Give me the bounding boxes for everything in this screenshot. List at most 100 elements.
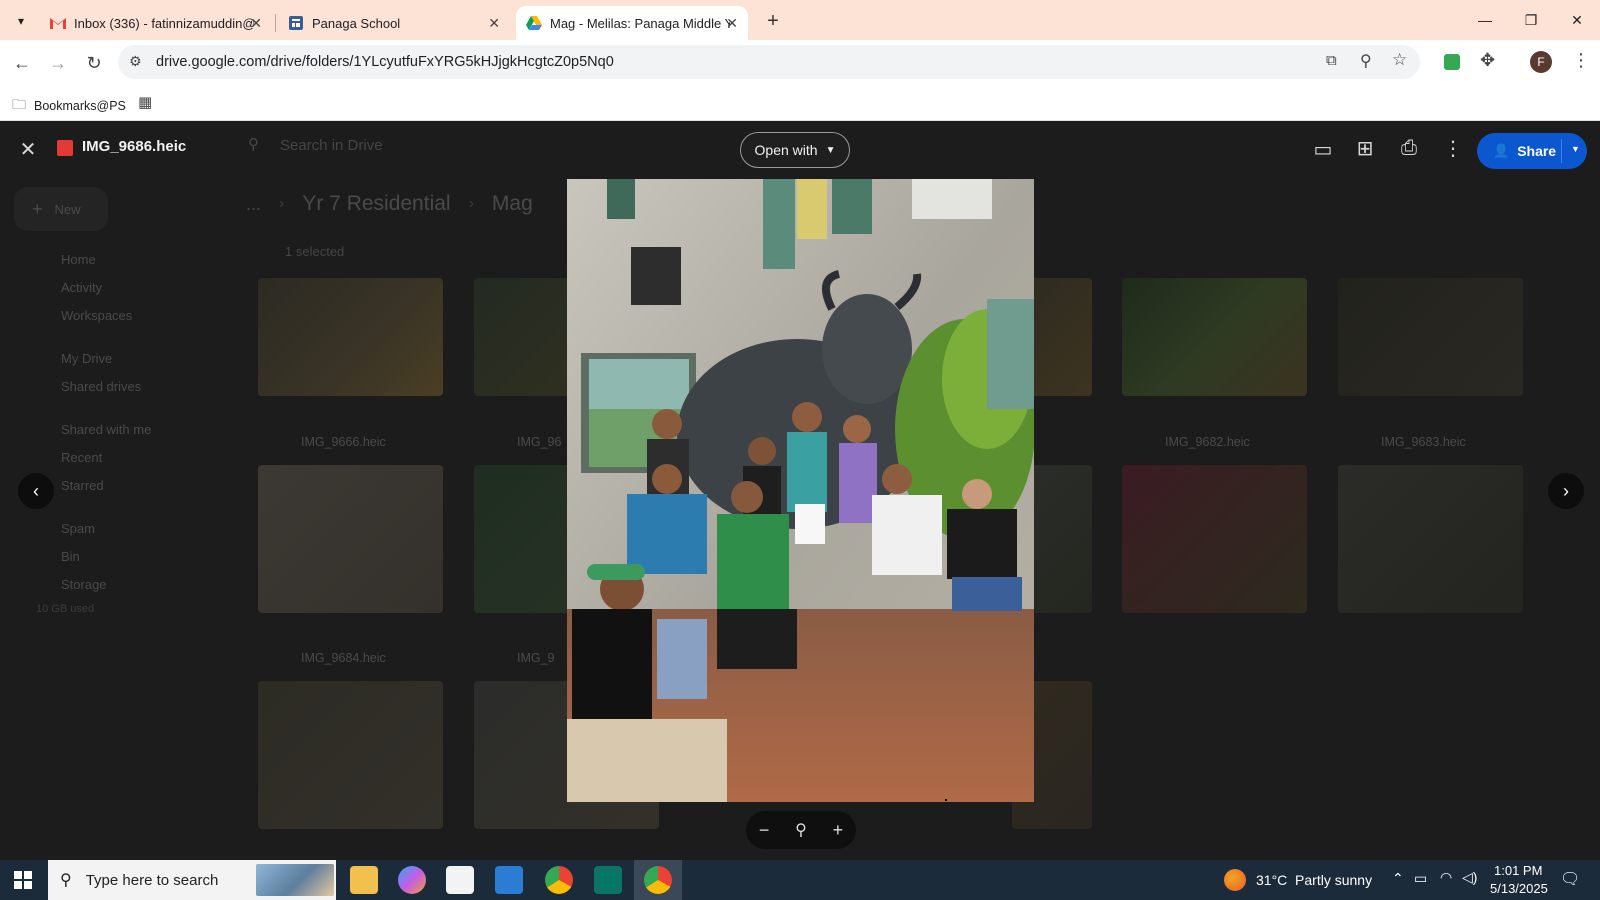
file-thumbnail[interactable] [1122, 465, 1307, 613]
url-text: drive.google.com/drive/folders/1YLcyutfu… [156, 54, 614, 70]
copilot-icon[interactable] [398, 866, 426, 894]
bookmark-folder-bookmarks-ps[interactable]: 🗀 Bookmarks@PS [12, 94, 126, 118]
wifi-icon[interactable]: ◠ [1440, 869, 1452, 886]
weather-text[interactable]: 31°C Partly sunny [1256, 872, 1372, 888]
tab-drive-mag[interactable]: Mag - Melilas: Panaga Middle Y ✕ [516, 6, 748, 40]
sidebar-item-home[interactable]: Home [61, 252, 96, 267]
forward-icon[interactable]: → [45, 50, 71, 76]
forms-icon [288, 15, 304, 31]
windows-taskbar: ⚲ Type here to search 31°C Partly sunny … [0, 860, 1600, 900]
next-image-button[interactable]: › [1548, 473, 1584, 509]
clock-date[interactable]: 5/13/2025 [1490, 881, 1548, 896]
new-button[interactable]: + New [14, 187, 108, 231]
breadcrumb-separator-icon: › [279, 195, 285, 212]
print-icon[interactable]: ⎙ [1396, 135, 1422, 161]
reload-icon[interactable]: ↻ [81, 50, 107, 76]
file-thumbnail[interactable] [1122, 278, 1307, 396]
sidebar-item-workspaces[interactable]: Workspaces [61, 308, 132, 323]
zoom-out-button[interactable]: − [759, 820, 770, 841]
close-icon[interactable]: ✕ [250, 15, 262, 32]
tab-label: Mag - Melilas: Panaga Middle Y [550, 15, 730, 31]
chrome-profile-icon[interactable] [644, 866, 672, 894]
microsoft-store-icon[interactable] [446, 866, 474, 894]
windows-start-icon[interactable] [14, 871, 32, 889]
apps-grid-icon[interactable]: ▦ [138, 93, 152, 111]
file-thumbnail[interactable] [258, 681, 443, 829]
photo-illustration [567, 179, 1034, 802]
file-name[interactable]: IMG_9684.heic [301, 651, 386, 665]
minimize-icon[interactable]: — [1462, 0, 1508, 40]
file-thumbnail[interactable] [258, 278, 443, 396]
file-name[interactable]: IMG_9682.heic [1165, 435, 1250, 449]
new-tab-button[interactable]: + [760, 8, 786, 34]
sidebar-item-storage[interactable]: Storage [61, 577, 107, 592]
file-thumbnail[interactable] [258, 465, 443, 613]
clock-time[interactable]: 1:01 PM [1494, 863, 1542, 878]
install-app-icon[interactable]: ⧉ [1326, 52, 1337, 69]
chrome-menu-icon[interactable]: ⋮ [1572, 50, 1590, 71]
image-file-icon [57, 140, 73, 156]
sidebar-item-my-drive[interactable]: My Drive [61, 351, 112, 366]
sidebar-item-activity[interactable]: Activity [61, 280, 102, 295]
drive-sidebar: Home Activity Workspaces My Drive Shared… [30, 247, 210, 747]
extension-green-icon[interactable] [1444, 54, 1460, 70]
file-explorer-icon[interactable] [350, 866, 378, 894]
notifications-icon[interactable]: 🗨 [1560, 869, 1580, 889]
file-thumbnail[interactable] [1338, 465, 1523, 613]
sidebar-item-shared-drives[interactable]: Shared drives [61, 379, 141, 394]
add-comment-icon[interactable]: ⊞ [1352, 135, 1378, 161]
address-bar[interactable]: ⚙ drive.google.com/drive/folders/1YLcyut… [118, 45, 1420, 79]
file-thumbnail[interactable] [1338, 278, 1523, 396]
breadcrumb-ellipsis[interactable]: ... [246, 194, 261, 215]
bookmark-star-icon[interactable]: ☆ [1392, 50, 1407, 70]
tab-search-button[interactable]: ▾ [8, 8, 34, 34]
battery-icon[interactable]: ▭ [1414, 870, 1427, 887]
extensions-puzzle-icon[interactable]: ✥ [1480, 50, 1495, 71]
taskbar-search-box[interactable]: ⚲ Type here to search [48, 860, 336, 900]
file-name[interactable]: IMG_9666.heic [301, 435, 386, 449]
file-name[interactable]: IMG_96 [517, 435, 561, 449]
sidebar-item-starred[interactable]: Starred [61, 478, 104, 493]
share-label: Share [1517, 143, 1557, 159]
bookmark-label: Bookmarks@PS [34, 99, 126, 113]
more-options-icon[interactable]: ⋮ [1440, 135, 1466, 161]
selection-count: 1 selected [285, 244, 345, 259]
restore-icon[interactable]: ❐ [1508, 0, 1554, 40]
tab-panaga-school[interactable]: Panaga School ✕ [278, 6, 510, 40]
show-hidden-icons[interactable]: ⌃ [1392, 870, 1404, 887]
sidebar-item-spam[interactable]: Spam [61, 521, 95, 536]
sidebar-item-recent[interactable]: Recent [61, 450, 102, 465]
close-window-icon[interactable]: ✕ [1554, 0, 1600, 40]
volume-icon[interactable]: ◁) [1462, 869, 1477, 886]
drive-icon [526, 15, 542, 31]
profile-avatar[interactable]: F [1530, 51, 1552, 73]
search-highlight-image [256, 864, 334, 896]
breadcrumb-parent[interactable]: Yr 7 Residential [302, 192, 450, 216]
zoom-in-button[interactable]: + [833, 820, 844, 841]
add-to-drive-icon[interactable]: ▭ [1310, 136, 1336, 162]
site-info-icon[interactable]: ⚙ [129, 53, 142, 70]
close-viewer-icon[interactable]: ✕ [16, 137, 40, 161]
chrome-icon[interactable] [545, 866, 573, 894]
back-icon[interactable]: ← [9, 50, 35, 76]
file-name[interactable]: IMG_9683.heic [1381, 435, 1466, 449]
share-button[interactable]: 👤 Share ▼ [1477, 133, 1587, 169]
zoom-icon[interactable]: ⚲ [795, 820, 807, 840]
close-icon[interactable]: ✕ [726, 15, 738, 32]
new-label: New [54, 201, 81, 217]
tab-divider [275, 14, 276, 32]
mail-icon[interactable] [495, 866, 523, 894]
sidebar-item-bin[interactable]: Bin [61, 549, 80, 564]
file-name[interactable]: IMG_9 [517, 651, 555, 665]
publisher-icon[interactable] [594, 866, 622, 894]
browser-toolbar: ← → ↻ ⚙ drive.google.com/drive/folders/1… [0, 40, 1600, 85]
chevron-down-icon: ▼ [825, 144, 836, 156]
zoom-icon[interactable]: ⚲ [1360, 51, 1372, 71]
sidebar-item-shared-with-me[interactable]: Shared with me [61, 422, 151, 437]
previous-image-button[interactable]: ‹ [18, 473, 54, 509]
close-icon[interactable]: ✕ [488, 15, 500, 32]
share-dropdown-icon[interactable]: ▼ [1571, 144, 1580, 154]
breadcrumb-current[interactable]: Mag [492, 192, 533, 216]
tab-gmail[interactable]: Inbox (336) - fatinnizamuddin@ ✕ [40, 6, 272, 40]
open-with-button[interactable]: Open with ▼ [740, 132, 850, 168]
